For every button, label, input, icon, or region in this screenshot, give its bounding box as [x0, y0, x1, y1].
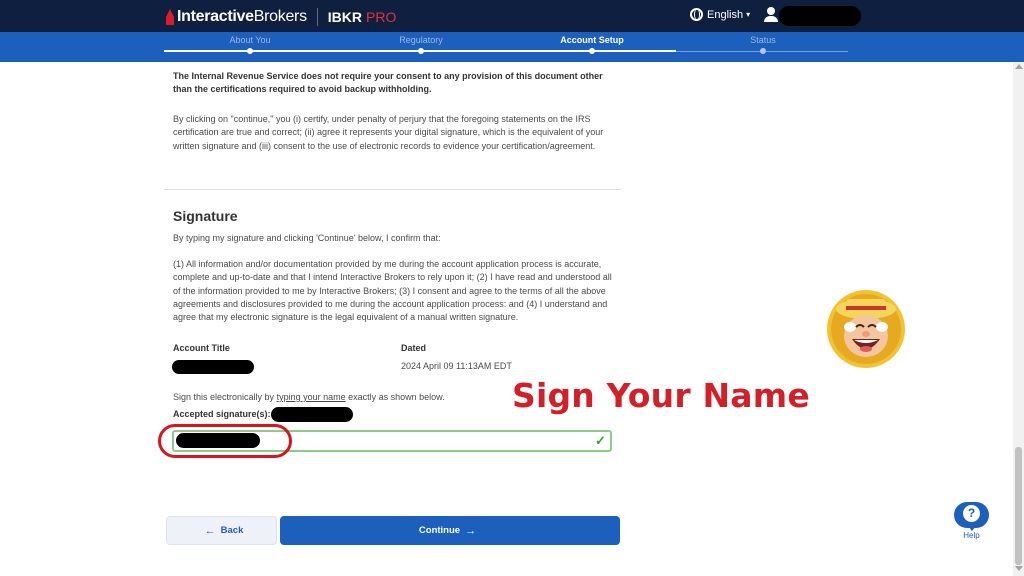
- signature-heading: Signature: [173, 208, 238, 224]
- globe-icon: [690, 8, 703, 21]
- language-selector[interactable]: English ▾: [690, 8, 750, 21]
- product-name: IBKR PRO: [327, 9, 397, 25]
- brand-name: InteractiveBrokers: [177, 8, 307, 25]
- language-label: English: [707, 8, 744, 21]
- question-icon: ?: [963, 505, 980, 522]
- continue-button-label: Continue: [418, 525, 461, 536]
- chevron-down-icon: ▾: [746, 10, 751, 19]
- back-button[interactable]: ← Back: [166, 516, 277, 545]
- account-title-redacted: [172, 360, 254, 374]
- accepted-signature-redacted: [271, 407, 353, 422]
- arrow-right-icon: →: [465, 524, 477, 537]
- sign-instruction: Sign this electronically by typing your …: [173, 392, 445, 402]
- logo-divider: [316, 8, 318, 26]
- username-redacted[interactable]: [779, 6, 861, 26]
- scrollbar-thumb[interactable]: [1015, 447, 1022, 565]
- step-dot-status: [760, 48, 766, 54]
- typing-your-name-link[interactable]: typing your name: [277, 392, 346, 402]
- ib-logo-icon: [164, 9, 174, 25]
- check-icon: ✓: [595, 433, 606, 448]
- help-widget[interactable]: ? Help: [954, 502, 989, 542]
- step-regulatory[interactable]: Regulatory: [361, 35, 481, 45]
- sign-your-name-annotation: Sign Your Name: [512, 376, 810, 415]
- step-dot-about-you: [247, 48, 253, 54]
- signature-intro: By typing my signature and clicking 'Con…: [173, 233, 441, 243]
- arrow-left-icon: ←: [204, 524, 216, 537]
- signature-terms: (1) All information and/or documentation…: [173, 259, 612, 323]
- irs-notice: The Internal Revenue Service does not re…: [173, 71, 603, 95]
- cartoon-avatar: [827, 290, 905, 368]
- step-dot-account-setup: [589, 48, 595, 54]
- interactive-brokers-logo[interactable]: InteractiveBrokers IBKR PRO: [164, 7, 396, 27]
- user-icon[interactable]: [764, 7, 778, 23]
- help-label: Help: [963, 531, 980, 540]
- section-divider: [164, 189, 621, 190]
- dated-label: Dated: [401, 343, 427, 353]
- scroll-down-icon[interactable]: [1015, 566, 1023, 571]
- account-title-label: Account Title: [173, 343, 230, 353]
- highlight-circle: [158, 424, 292, 458]
- top-nav-bar: InteractiveBrokers IBKR PRO English ▾: [0, 0, 1024, 32]
- step-account-setup: Account Setup: [560, 35, 624, 45]
- step-dot-regulatory: [418, 48, 424, 54]
- continue-button[interactable]: Continue →: [280, 516, 620, 545]
- progress-stepper: About You Regulatory Account Setup Statu…: [0, 32, 1024, 62]
- help-bubble: ?: [954, 502, 989, 531]
- back-button-label: Back: [220, 525, 244, 536]
- step-about-you[interactable]: About You: [190, 35, 310, 45]
- step-status: Status: [750, 35, 776, 45]
- scroll-up-icon[interactable]: [1015, 64, 1023, 69]
- consent-text: By clicking on "continue," you (i) certi…: [173, 114, 604, 151]
- dated-value: 2024 April 09 11:13AM EDT: [401, 361, 512, 371]
- accepted-signature-label: Accepted signature(s):: [173, 409, 271, 419]
